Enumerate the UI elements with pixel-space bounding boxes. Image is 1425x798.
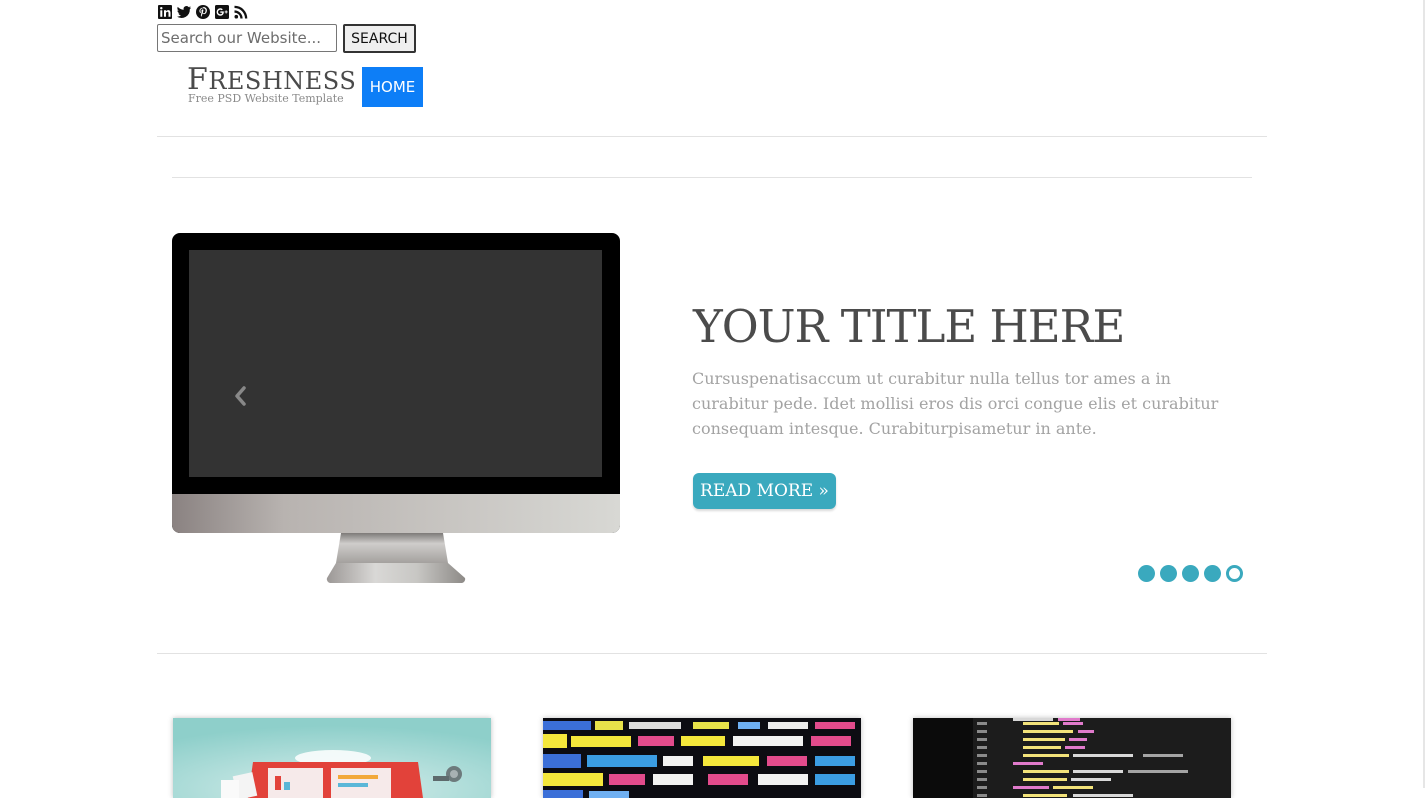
slider-dot-5[interactable] [1226, 565, 1243, 582]
divider [157, 136, 1267, 137]
search-input[interactable] [157, 24, 337, 52]
slide-text: Cursuspenatisaccum ut curabitur nulla te… [692, 369, 1219, 438]
search-button[interactable]: SEARCH [343, 24, 416, 53]
divider [172, 177, 1252, 178]
slider-dot-4[interactable] [1204, 565, 1221, 582]
site-logo[interactable]: FRESHNESS Free PSD Website Template [187, 64, 357, 105]
slider-dots [1138, 565, 1243, 582]
rss-icon[interactable] [233, 4, 249, 20]
slider-dot-1[interactable] [1138, 565, 1155, 582]
logo-subtitle: Free PSD Website Template [188, 92, 344, 105]
card-thumbnail [913, 718, 1231, 798]
linkedin-icon[interactable] [157, 4, 173, 20]
slider-dot-3[interactable] [1182, 565, 1199, 582]
chevron-left-icon[interactable] [230, 383, 252, 409]
divider [157, 653, 1267, 654]
slider-dot-2[interactable] [1160, 565, 1177, 582]
read-more-button[interactable]: READ MORE » [693, 473, 836, 509]
card-image[interactable] [913, 718, 1231, 798]
card-image[interactable] [543, 718, 861, 798]
slide-title: YOUR TITLE HERE [693, 300, 1125, 353]
google-plus-icon[interactable] [214, 4, 230, 20]
pinterest-icon[interactable] [195, 4, 211, 20]
social-icons [157, 4, 249, 20]
card-thumbnail [173, 718, 491, 798]
card-image[interactable] [173, 718, 491, 798]
card-thumbnail [543, 718, 861, 798]
twitter-icon[interactable] [176, 4, 192, 20]
logo-title-rest: RESHNESS [208, 67, 357, 95]
nav-item-home[interactable]: HOME [362, 67, 423, 107]
